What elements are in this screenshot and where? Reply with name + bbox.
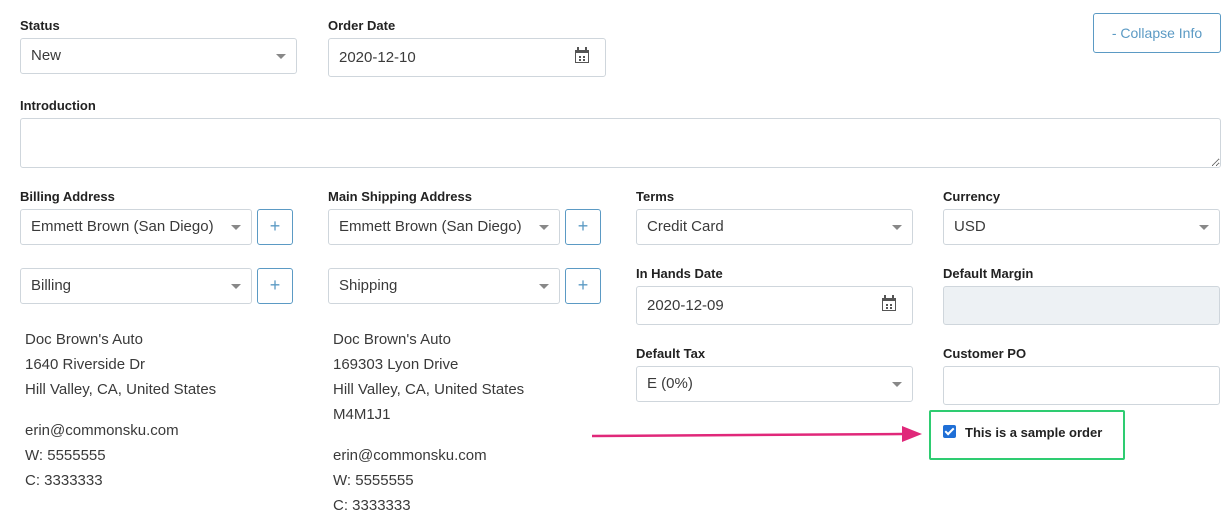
shipping-email: erin@commonsku.com: [333, 447, 487, 464]
shipping-contact-select[interactable]: Emmett Brown (San Diego): [328, 209, 560, 245]
shipping-contact-value: Emmett Brown (San Diego): [339, 218, 522, 235]
in-hands-date-input[interactable]: 2020-12-09: [636, 286, 913, 325]
terms-select[interactable]: Credit Card: [636, 209, 913, 245]
chevron-down-icon: [231, 225, 241, 230]
billing-address-select[interactable]: Billing: [20, 268, 252, 304]
currency-select[interactable]: USD: [943, 209, 1220, 245]
calendar-icon[interactable]: [575, 47, 589, 63]
default-tax-select[interactable]: E (0%): [636, 366, 913, 402]
billing-address-line: Doc Brown's Auto: [25, 331, 143, 348]
shipping-contact-block: erin@commonsku.com W: 5555555 C: 3333333: [333, 443, 487, 518]
billing-address-label: Billing Address: [20, 189, 115, 204]
chevron-down-icon: [539, 284, 549, 289]
in-hands-date-label: In Hands Date: [636, 266, 723, 281]
customer-po-label: Customer PO: [943, 346, 1027, 361]
billing-address-line: Hill Valley, CA, United States: [25, 381, 217, 398]
terms-value: Credit Card: [647, 218, 724, 235]
default-margin-label: Default Margin: [943, 266, 1034, 281]
currency-value: USD: [954, 218, 986, 235]
default-tax-label: Default Tax: [636, 346, 706, 361]
customer-po-input[interactable]: [943, 366, 1220, 405]
introduction-textarea[interactable]: [20, 118, 1221, 168]
shipping-address-line: 169303 Lyon Drive: [333, 356, 459, 373]
chevron-down-icon: [892, 225, 902, 230]
introduction-label: Introduction: [20, 98, 96, 113]
status-label: Status: [20, 18, 60, 33]
terms-label: Terms: [636, 189, 675, 204]
chevron-down-icon: [1199, 225, 1209, 230]
billing-address-line: 1640 Riverside Dr: [25, 356, 146, 373]
add-shipping-address-button[interactable]: +: [565, 268, 601, 304]
chevron-down-icon: [231, 284, 241, 289]
default-margin-input: [943, 286, 1220, 325]
shipping-address-line: Hill Valley, CA, United States: [333, 381, 525, 398]
billing-contact-block: erin@commonsku.com W: 5555555 C: 3333333: [25, 418, 179, 493]
chevron-down-icon: [539, 225, 549, 230]
billing-address-value: Billing: [31, 277, 72, 294]
billing-email: erin@commonsku.com: [25, 422, 179, 439]
billing-contact-select[interactable]: Emmett Brown (San Diego): [20, 209, 252, 245]
shipping-address-line: Doc Brown's Auto: [333, 331, 451, 348]
order-date-input[interactable]: 2020-12-10: [328, 38, 606, 77]
order-date-label: Order Date: [328, 18, 396, 33]
shipping-address-select[interactable]: Shipping: [328, 268, 560, 304]
billing-address-block: Doc Brown's Auto 1640 Riverside Dr Hill …: [25, 327, 216, 402]
default-tax-value: E (0%): [647, 375, 693, 392]
shipping-cell-phone: C: 3333333: [333, 497, 411, 514]
status-value: New: [31, 47, 62, 64]
chevron-down-icon: [892, 382, 902, 387]
sample-order-label[interactable]: This is a sample order: [965, 425, 1102, 440]
billing-cell-phone: C: 3333333: [25, 472, 103, 489]
in-hands-date-value: 2020-12-09: [647, 297, 724, 314]
chevron-down-icon: [276, 54, 286, 59]
annotation-arrow-icon: [591, 426, 922, 442]
calendar-icon[interactable]: [882, 295, 896, 311]
order-date-value: 2020-12-10: [339, 49, 416, 66]
billing-contact-value: Emmett Brown (San Diego): [31, 218, 214, 235]
shipping-work-phone: W: 5555555: [333, 472, 414, 489]
status-select[interactable]: New: [20, 38, 297, 74]
shipping-address-label: Main Shipping Address: [328, 189, 472, 204]
shipping-address-block: Doc Brown's Auto 169303 Lyon Drive Hill …: [333, 327, 524, 427]
billing-work-phone: W: 5555555: [25, 447, 106, 464]
collapse-info-button[interactable]: - Collapse Info: [1093, 13, 1221, 53]
currency-label: Currency: [943, 189, 1001, 204]
add-billing-contact-button[interactable]: +: [257, 209, 293, 245]
shipping-address-value: Shipping: [339, 277, 398, 294]
shipping-address-line: M4M1J1: [333, 406, 391, 423]
add-billing-address-button[interactable]: +: [257, 268, 293, 304]
sample-order-checkbox[interactable]: [943, 425, 956, 438]
add-shipping-contact-button[interactable]: +: [565, 209, 601, 245]
